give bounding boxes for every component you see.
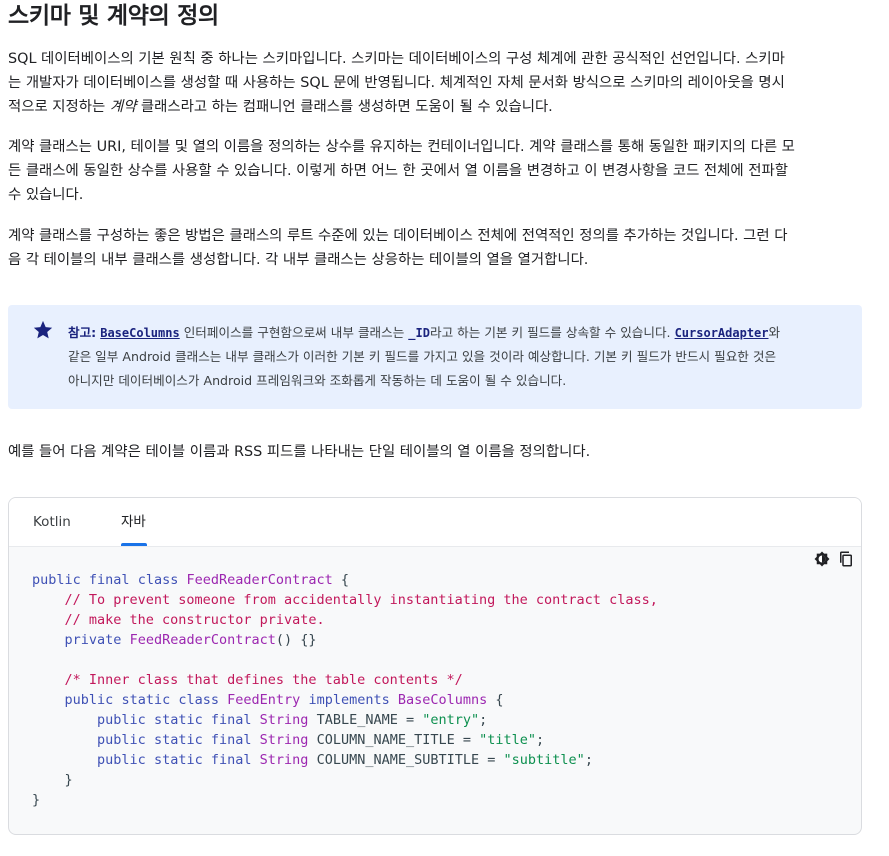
paragraph-line: 는 개발자가 데이터베이스를 생성할 때 사용하는 SQL 문에 반영됩니다. … — [8, 75, 785, 91]
code-keyword: static — [153, 732, 203, 748]
code-field-name: COLUMN_NAME_TITLE — [316, 732, 455, 748]
code-comment: // To prevent someone from accidentally … — [32, 592, 658, 608]
paragraph-line: SQL 데이터베이스의 기본 원칙 중 하나는 스키마입니다. 스키마는 데이터… — [8, 51, 785, 67]
code-text: { — [332, 572, 350, 588]
paragraph-organize: 계약 클래스를 구성하는 좋은 방법은 클래스의 루트 수준에 있는 데이터베이… — [8, 224, 856, 272]
tab-java[interactable]: 자바 — [121, 498, 146, 546]
basecolumns-link[interactable]: BaseColumns — [100, 326, 179, 340]
code-type: String — [259, 732, 309, 748]
code-type: FeedReaderContract — [129, 632, 276, 648]
note-text: 참고: BaseColumns 인터페이스를 구현함으로써 내부 클래스는 _I… — [68, 321, 848, 393]
code-line: public static final String TABLE_NAME = … — [97, 712, 488, 728]
note-fragment: 와 — [768, 325, 781, 340]
note-line: 아니지만 데이터베이스가 Android 프레임워크와 조화롭게 작동하는 데 … — [68, 373, 567, 388]
section-title: 스키마 및 계약의 정의 — [8, 3, 219, 29]
copy-icon[interactable] — [837, 550, 855, 568]
note-fragment: 인터페이스를 구현함으로써 내부 클래스는 — [179, 325, 409, 340]
code-line: public static class FeedEntry implements… — [32, 690, 658, 710]
paragraph-line: 클래스라고 하는 컴패니언 클래스를 생성하면 도움이 될 수 있습니다. — [136, 99, 553, 115]
code-field-name: COLUMN_NAME_SUBTITLE — [316, 752, 480, 768]
code-type: FeedReaderContract — [186, 572, 333, 588]
code-type: BaseColumns — [397, 692, 488, 708]
paragraph-line: 음 각 테이블의 내부 클래스를 생성합니다. 각 내부 클래스는 상응하는 테… — [8, 252, 589, 268]
code-line: public static final String COLUMN_NAME_S… — [97, 752, 593, 768]
paragraph-example: 예를 들어 다음 계약은 테이블 이름과 RSS 피드를 나타내는 단일 테이블… — [8, 444, 591, 460]
paragraph-line: 적으로 지정하는 — [8, 99, 110, 115]
code-keyword: static — [153, 752, 203, 768]
code-text: () {} — [275, 632, 317, 648]
code-keyword: public — [97, 732, 146, 748]
code-keyword: static — [121, 692, 171, 708]
paragraph-line: 계약 클래스를 구성하는 좋은 방법은 클래스의 루트 수준에 있는 데이터베이… — [8, 228, 788, 244]
code-keyword: final — [88, 572, 130, 588]
cursoradapter-link[interactable]: CursorAdapter — [675, 326, 769, 340]
code-line: public final class FeedReaderContract { — [32, 570, 658, 590]
code-keyword: class — [137, 572, 179, 588]
code-keyword: public — [97, 712, 146, 728]
paragraph-contract-class: 계약 클래스는 URI, 테이블 및 열의 이름을 정의하는 상수를 유지하는 … — [8, 135, 856, 207]
code-text: { — [487, 692, 504, 708]
code-keyword: static — [153, 712, 203, 728]
note-fragment: 라고 하는 기본 키 필드를 상속할 수 있습니다. — [429, 325, 675, 340]
code-type: String — [259, 712, 309, 728]
code-keyword: final — [210, 732, 252, 748]
language-tabbar: Kotlin 자바 — [9, 498, 861, 547]
code-keyword: private — [64, 632, 122, 648]
code-keyword: public — [64, 692, 114, 708]
emphasis-contract: 계약 — [109, 99, 137, 115]
note-callout: 참고: BaseColumns 인터페이스를 구현함으로써 내부 클래스는 _I… — [8, 305, 862, 409]
code-comment: /* Inner class that defines the table co… — [32, 672, 463, 688]
code-sample: Kotlin 자바 public final class FeedReaderC… — [8, 497, 862, 835]
tab-kotlin[interactable]: Kotlin — [33, 498, 71, 546]
note-label: 참고: — [68, 325, 97, 340]
paragraph-schema: SQL 데이터베이스의 기본 원칙 중 하나는 스키마입니다. 스키마는 데이터… — [8, 47, 856, 119]
paragraph-line: 계약 클래스는 URI, 테이블 및 열의 이름을 정의하는 상수를 유지하는 … — [8, 139, 795, 155]
star-icon — [33, 320, 53, 339]
code-type: FeedEntry — [227, 692, 301, 708]
code-keyword: final — [210, 752, 252, 768]
code-line: } — [32, 792, 41, 808]
active-tab-indicator — [121, 543, 147, 546]
paragraph-line: 수 있습니다. — [8, 187, 84, 203]
code-keyword: implements — [308, 692, 390, 708]
code-block: public final class FeedReaderContract { … — [32, 570, 658, 810]
code-line: public static final String COLUMN_NAME_T… — [97, 732, 545, 748]
code-line: } — [32, 772, 73, 788]
code-string: "subtitle" — [503, 752, 585, 768]
code-comment: // make the constructor private. — [32, 612, 325, 628]
paragraph-line: 든 클래스에 동일한 상수를 사용할 수 있습니다. 이렇게 하면 어느 한 곳… — [8, 163, 788, 179]
code-string: "title" — [479, 732, 537, 748]
id-code: _ID — [408, 326, 430, 340]
code-type: String — [259, 752, 309, 768]
code-string: "entry" — [422, 712, 480, 728]
code-line: private FeedReaderContract() {} — [32, 630, 658, 650]
code-keyword: public — [32, 572, 81, 588]
page: 스키마 및 계약의 정의 SQL 데이터베이스의 기본 원칙 중 하나는 스키마… — [0, 0, 889, 856]
code-keyword: public — [97, 752, 146, 768]
code-field-name: TABLE_NAME — [316, 712, 398, 728]
note-line: 같은 일부 Android 클래스는 내부 클래스가 이러한 기본 키 필드를 … — [68, 349, 777, 364]
code-keyword: class — [178, 692, 219, 708]
theme-toggle-icon[interactable] — [813, 550, 831, 568]
code-keyword: final — [210, 712, 252, 728]
